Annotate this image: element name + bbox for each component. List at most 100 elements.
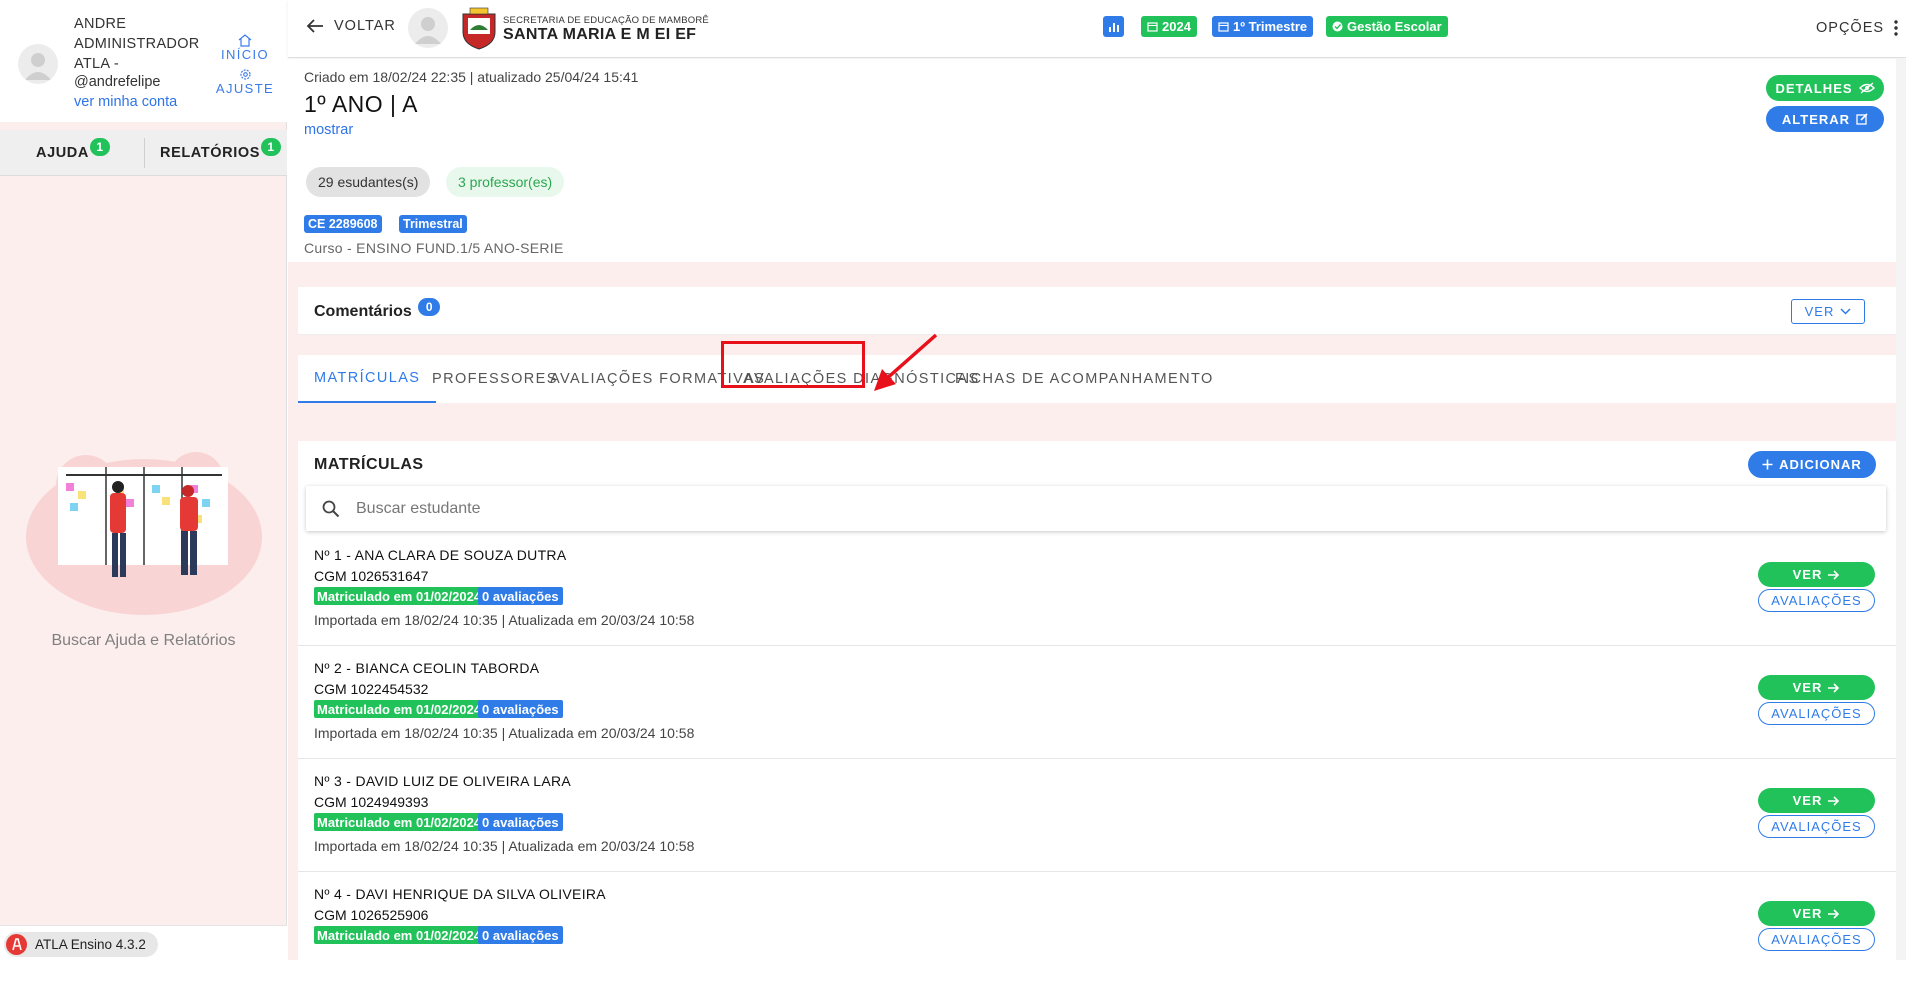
- version-chip[interactable]: ATLA Ensino 4.3.2: [4, 932, 158, 957]
- calendar-icon: [1218, 22, 1229, 32]
- view-label: VER: [1792, 680, 1823, 695]
- edit-label: ALTERAR: [1781, 111, 1851, 127]
- help-caption: Buscar Ajuda e Relatórios: [51, 632, 236, 649]
- enrollment-row: Nº 2 - BIANCA CEOLIN TABORDA CGM 1022454…: [298, 646, 1896, 759]
- comments-title-label: Comentários: [314, 303, 412, 320]
- add-enrollment-button[interactable]: ADICIONAR: [1748, 451, 1876, 478]
- student-evaluations-button[interactable]: AVALIAÇÕES: [1758, 589, 1875, 612]
- chevron-down-icon: [1840, 308, 1851, 315]
- arrow-right-icon: [1828, 908, 1840, 919]
- year-badge[interactable]: 2024: [1141, 16, 1197, 37]
- student-cgm: CGM 1026531647: [314, 568, 429, 584]
- enrollment-row: Nº 1 - ANA CLARA DE SOUZA DUTRA CGM 1026…: [298, 533, 1896, 646]
- version-bar: ATLA Ensino 4.3.2: [0, 925, 287, 960]
- management-label: Gestão Escolar: [1347, 19, 1442, 34]
- tab-enrollments[interactable]: MATRÍCULAS: [298, 355, 437, 403]
- bar-chart-icon: [1108, 22, 1119, 32]
- calendar-icon: [1147, 22, 1158, 32]
- sidebar-tabs: AJUDA 1 RELATÓRIOS 1: [0, 130, 287, 176]
- import-info: Importada em 18/02/24 10:35 | Atualizada…: [314, 838, 695, 854]
- municipal-crest-icon: [462, 7, 496, 50]
- scrollbar[interactable]: [1896, 59, 1906, 960]
- student-evaluations-button[interactable]: AVALIAÇÕES: [1758, 815, 1875, 838]
- student-evaluations-button[interactable]: AVALIAÇÕES: [1758, 928, 1875, 951]
- teachers-count-pill[interactable]: 3 professor(es): [446, 167, 565, 197]
- student-cgm: CGM 1026525906: [314, 907, 429, 923]
- account-link[interactable]: ver minha conta: [74, 94, 177, 110]
- version-label: ATLA Ensino 4.3.2: [35, 937, 146, 952]
- enrollments-title: MATRÍCULAS: [314, 456, 424, 473]
- details-button[interactable]: DETALHES: [1766, 75, 1884, 101]
- arrow-left-icon: [306, 19, 323, 33]
- arrow-right-icon: [1828, 569, 1840, 580]
- view-student-button[interactable]: VER: [1758, 562, 1875, 587]
- sidebar: ANDRE ADMINISTRADOR ATLA - @andrefelipe …: [0, 0, 287, 960]
- tab-tracking-sheets[interactable]: FICHAS DE ACOMPANHAMENTO: [943, 355, 1226, 403]
- user-panel: ANDRE ADMINISTRADOR ATLA - @andrefelipe …: [0, 0, 287, 122]
- edit-button[interactable]: ALTERAR: [1766, 106, 1884, 132]
- class-info-panel: Criado em 18/02/24 22:35 | atualizado 25…: [288, 59, 1906, 262]
- school-avatar: [408, 8, 448, 48]
- settings-icon: [239, 69, 251, 80]
- tab-bar: MATRÍCULAS PROFESSORES AVALIAÇÕES FORMAT…: [298, 355, 1896, 403]
- enrollment-status-badge: Matriculado em 01/02/2024: [314, 813, 485, 831]
- arrow-right-icon: [1828, 795, 1840, 806]
- enrollment-row: Nº 4 - DAVI HENRIQUE DA SILVA OLIVEIRA C…: [298, 872, 1896, 985]
- nav-home[interactable]: INÍCIO: [214, 34, 276, 62]
- options-label: OPÇÕES: [1816, 20, 1885, 36]
- nav-settings-label: AJUSTE: [215, 81, 275, 96]
- arrow-right-icon: [1828, 682, 1840, 693]
- student-cgm: CGM 1022454532: [314, 681, 429, 697]
- view-student-button[interactable]: VER: [1758, 901, 1875, 926]
- plus-icon: [1762, 459, 1773, 470]
- atla-logo-icon: [6, 934, 27, 955]
- check-circle-icon: [1332, 21, 1343, 32]
- eye-off-icon: [1858, 82, 1875, 94]
- students-count-pill[interactable]: 29 esudantes(s): [306, 167, 431, 197]
- back-button[interactable]: VOLTAR: [306, 18, 396, 34]
- help-illustration: [26, 452, 262, 615]
- period-tag: Trimestral: [399, 215, 467, 233]
- annotation-arrow-icon: [874, 333, 938, 391]
- show-more-link[interactable]: mostrar: [304, 122, 353, 138]
- view-student-button[interactable]: VER: [1758, 675, 1875, 700]
- tab-divider: [144, 138, 145, 168]
- user-avatar[interactable]: [18, 44, 58, 84]
- comments-title: Comentários 0: [314, 298, 441, 321]
- tab-help-label: AJUDA: [36, 145, 89, 161]
- view-label: VER: [1792, 793, 1823, 808]
- enrollment-status-badge: Matriculado em 01/02/2024: [314, 587, 485, 605]
- help-count-badge: 1: [89, 138, 110, 156]
- student-name: Nº 1 - ANA CLARA DE SOUZA DUTRA: [314, 547, 567, 563]
- evaluations-count-badge: 0 avaliações: [478, 813, 563, 831]
- class-meta: Criado em 18/02/24 22:35 | atualizado 25…: [304, 69, 639, 85]
- term-badge[interactable]: 1º Trimestre: [1212, 16, 1314, 37]
- term-label: 1º Trimestre: [1233, 19, 1308, 34]
- add-label: ADICIONAR: [1779, 457, 1862, 472]
- user-name: ANDRE ADMINISTRADOR ATLA -: [74, 16, 200, 72]
- enrollment-row: Nº 3 - DAVID LUIZ DE OLIVEIRA LARA CGM 1…: [298, 759, 1896, 872]
- comments-see-button[interactable]: VER: [1791, 299, 1865, 324]
- view-student-button[interactable]: VER: [1758, 788, 1875, 813]
- year-label: 2024: [1162, 19, 1191, 34]
- tab-help[interactable]: AJUDA 1: [36, 130, 110, 176]
- edit-icon: [1856, 113, 1868, 125]
- management-badge[interactable]: Gestão Escolar: [1326, 16, 1448, 37]
- course-label: Curso - ENSINO FUND.1/5 ANO-SERIE: [304, 240, 564, 256]
- class-title: 1º ANO | A: [304, 91, 418, 117]
- back-label: VOLTAR: [334, 18, 396, 34]
- enrollment-status-badge: Matriculado em 01/02/2024: [314, 700, 485, 718]
- student-search-input[interactable]: [356, 499, 1756, 518]
- main-content: Criado em 18/02/24 22:35 | atualizado 25…: [288, 59, 1906, 960]
- school-name: SANTA MARIA E M EI EF: [503, 26, 697, 43]
- evaluations-count-badge: 0 avaliações: [478, 700, 563, 718]
- more-vertical-icon: [1894, 20, 1898, 36]
- stats-badge[interactable]: [1103, 16, 1124, 37]
- student-evaluations-button[interactable]: AVALIAÇÕES: [1758, 702, 1875, 725]
- options-button[interactable]: OPÇÕES: [1816, 20, 1898, 36]
- tab-reports[interactable]: RELATÓRIOS 1: [160, 130, 281, 176]
- comments-see-label: VER: [1804, 304, 1835, 319]
- student-name: Nº 2 - BIANCA CEOLIN TABORDA: [314, 660, 540, 676]
- comments-count-badge: 0: [418, 298, 441, 316]
- nav-settings[interactable]: AJUSTE: [214, 68, 276, 96]
